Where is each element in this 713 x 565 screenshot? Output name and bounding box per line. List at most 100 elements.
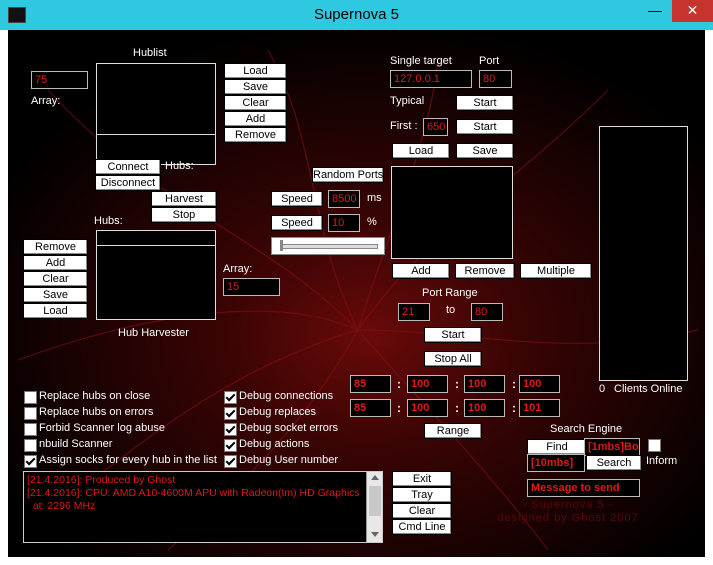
debug-socket-errors-checkbox[interactable]	[224, 423, 237, 436]
replace-hubs-close-checkbox[interactable]	[24, 391, 37, 404]
ip-end-octet-1[interactable]: 85	[350, 399, 391, 417]
hublist-title: Hublist	[133, 47, 167, 59]
first-value-field[interactable]: 650	[423, 118, 448, 136]
target-listbox[interactable]	[391, 166, 513, 259]
tray-button[interactable]: Tray	[392, 487, 452, 503]
speed-ms-unit: ms	[367, 192, 382, 204]
ip-end-sep-3: :	[512, 401, 516, 415]
first-start-button[interactable]: Start	[456, 119, 514, 135]
exit-button[interactable]: Exit	[392, 471, 452, 487]
speed-percent-unit: %	[367, 216, 377, 228]
debug-connections-label: Debug connections	[239, 390, 334, 402]
port-range-start-button[interactable]: Start	[424, 327, 482, 343]
port-range-from-field[interactable]: 21	[398, 303, 430, 321]
message-field[interactable]: Message to send	[527, 479, 640, 497]
ip-start-octet-2[interactable]: 100	[407, 375, 448, 393]
harvester-clear-button[interactable]: Clear	[23, 271, 88, 287]
harvester-load-button[interactable]: Load	[23, 303, 88, 319]
single-target-label: Single target	[390, 55, 452, 67]
ip-end-sep-1: :	[397, 401, 401, 415]
debug-replaces-checkbox[interactable]	[224, 407, 237, 420]
speed-ms-button[interactable]: Speed	[271, 191, 323, 207]
hublist-load-button[interactable]: Load	[224, 63, 287, 79]
connect-button[interactable]: Connect	[95, 159, 161, 175]
port-label: Port	[479, 55, 500, 67]
ip-start-octet-1[interactable]: 85	[350, 375, 391, 393]
debug-user-number-label: Debug User number	[239, 454, 339, 466]
target-remove-button[interactable]: Remove	[455, 263, 515, 279]
debug-user-number-checkbox[interactable]	[224, 455, 237, 468]
port-range-to-field[interactable]: 80	[471, 303, 503, 321]
ip-start-sep-2: :	[455, 377, 459, 391]
debug-connections-checkbox[interactable]	[224, 391, 237, 404]
harvest-button[interactable]: Harvest	[151, 191, 217, 207]
nbuild-scanner-checkbox[interactable]	[24, 439, 37, 452]
find-button[interactable]: Find	[527, 439, 587, 455]
ip-end-octet-4[interactable]: 101	[519, 399, 560, 417]
harvester-remove-button[interactable]: Remove	[23, 239, 88, 255]
hublist-remove-button[interactable]: Remove	[224, 127, 287, 143]
search-size-field[interactable]: [10mbs]	[527, 454, 585, 472]
speed-slider[interactable]	[271, 237, 385, 255]
ip-start-octet-3[interactable]: 100	[464, 375, 505, 393]
log-line: [21.4.2016]: CPU: AMD A10-4600M APU with…	[27, 487, 360, 499]
inform-checkbox[interactable]	[648, 439, 661, 452]
speed-percent-button[interactable]: Speed	[271, 215, 323, 231]
harvester-listbox[interactable]	[96, 230, 216, 320]
hublist-listbox[interactable]	[96, 63, 216, 165]
target-port-field[interactable]: 80	[479, 70, 512, 88]
forbid-scanner-log-checkbox[interactable]	[24, 423, 37, 436]
harvester-add-button[interactable]: Add	[23, 255, 88, 271]
cmd-line-button[interactable]: Cmd Line	[392, 519, 452, 535]
search-engine-title: Search Engine	[550, 423, 623, 435]
hub-harvester-title: Hub Harvester	[118, 327, 189, 339]
replace-hubs-close-label: Replace hubs on close	[39, 390, 151, 402]
hubs-connected-label: Hubs:	[165, 160, 194, 172]
target-multiple-button[interactable]: Multiple	[520, 263, 592, 279]
replace-hubs-errors-label: Replace hubs on errors	[39, 406, 154, 418]
close-button[interactable]: ✕	[672, 0, 713, 22]
clear-log-button[interactable]: Clear	[392, 503, 452, 519]
range-button[interactable]: Range	[424, 423, 482, 439]
debug-actions-label: Debug actions	[239, 438, 310, 450]
ip-end-octet-2[interactable]: 100	[407, 399, 448, 417]
harvester-save-button[interactable]: Save	[23, 287, 88, 303]
target-add-button[interactable]: Add	[392, 263, 450, 279]
target-ip-field[interactable]: 127.0.0.1	[390, 70, 472, 88]
ip-end-octet-3[interactable]: 100	[464, 399, 505, 417]
random-ports-button[interactable]: Random Ports	[312, 167, 384, 183]
stop-all-button[interactable]: Stop All	[424, 351, 482, 367]
harvester-array-field[interactable]: 15	[223, 278, 280, 296]
log-line: at: 2296 MHz	[27, 500, 96, 512]
typical-start-button[interactable]: Start	[456, 95, 514, 111]
debug-actions-checkbox[interactable]	[224, 439, 237, 452]
minimize-button[interactable]: —	[640, 0, 670, 22]
ip-start-octet-4[interactable]: 100	[519, 375, 560, 393]
log-scrollbar[interactable]	[366, 472, 382, 542]
window-title: Supernova 5	[313, 6, 400, 23]
find-field[interactable]: [1mbs]Bo	[584, 438, 640, 456]
search-button[interactable]: Search	[586, 455, 642, 471]
assign-socks-checkbox[interactable]	[24, 455, 37, 468]
credit-line-2: designed by Ghost 2007	[497, 512, 639, 524]
target-load-button[interactable]: Load	[392, 143, 450, 159]
speed-ms-field[interactable]: 8500	[328, 190, 360, 208]
stop-harvest-button[interactable]: Stop	[151, 207, 217, 223]
clients-listbox[interactable]	[599, 126, 688, 381]
target-save-button[interactable]: Save	[456, 143, 514, 159]
scroll-thumb[interactable]	[369, 486, 381, 516]
scroll-up-icon[interactable]	[371, 475, 379, 480]
replace-hubs-errors-checkbox[interactable]	[24, 407, 37, 420]
forbid-scanner-log-label: Forbid Scanner log abuse	[39, 422, 165, 434]
hublist-save-button[interactable]: Save	[224, 79, 287, 95]
scroll-down-icon[interactable]	[371, 532, 379, 537]
hublist-count-field[interactable]: 75	[31, 71, 88, 89]
hublist-add-button[interactable]: Add	[224, 111, 287, 127]
clients-count: 0	[599, 383, 606, 395]
disconnect-button[interactable]: Disconnect	[95, 175, 161, 191]
title-bar: Supernova 5 — ✕	[0, 0, 713, 30]
log-textarea[interactable]: [21.4.2016]: Produced by Ghost [21.4.201…	[23, 471, 383, 543]
speed-percent-field[interactable]: 10	[328, 214, 360, 232]
hublist-clear-button[interactable]: Clear	[224, 95, 287, 111]
debug-socket-errors-label: Debug socket errors	[239, 422, 339, 434]
